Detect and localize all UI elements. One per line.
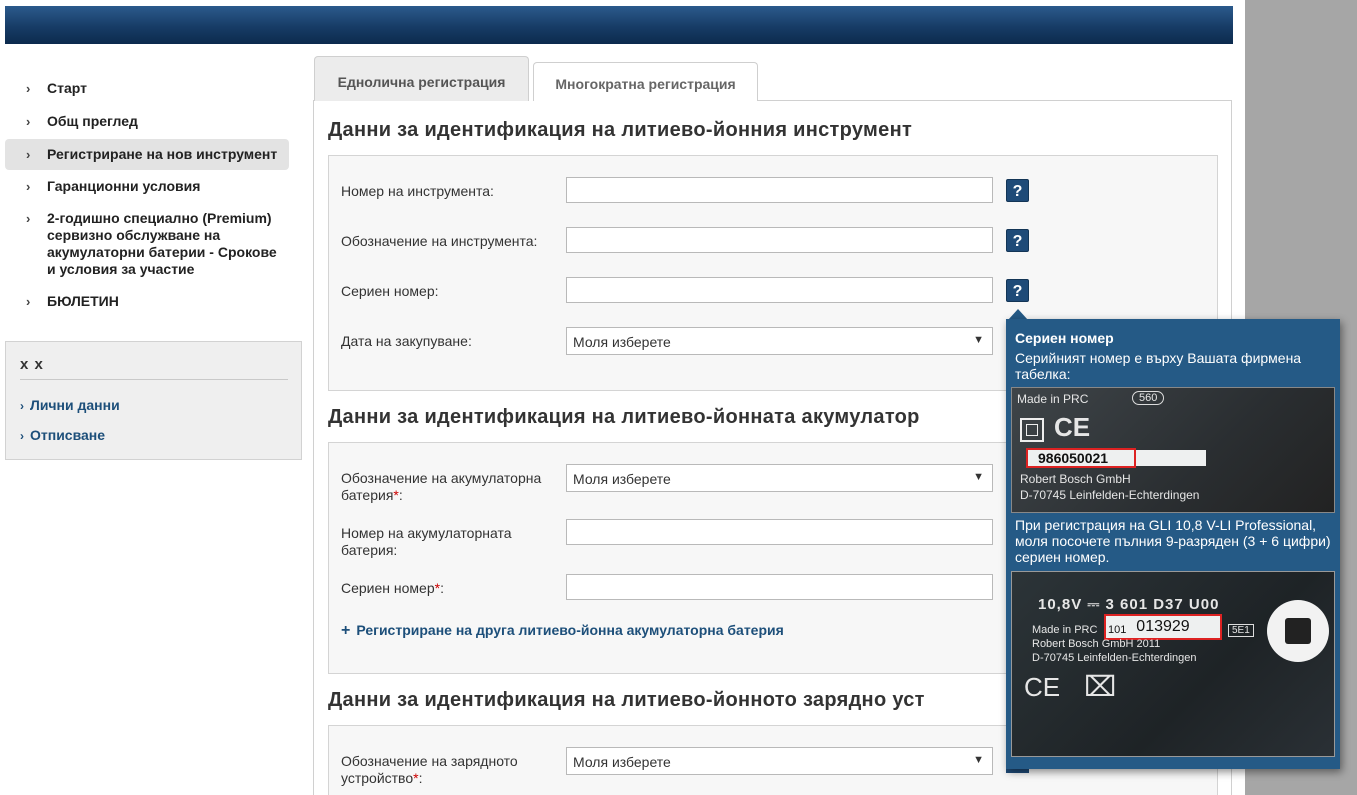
sidebar-item-label: Регистриране на нов инструмент (47, 146, 278, 162)
battery-number-input[interactable] (566, 519, 993, 545)
sidebar-item-label: Старт (47, 80, 87, 96)
purchase-date-label: Дата на закупуване: (341, 333, 472, 349)
battery-serial-label: Сериен номер*: (341, 580, 556, 597)
battery-number-label: Номер на акумулаторната батерия: (341, 525, 512, 558)
serial-number-tooltip: Сериен номер Серийният номер е върху Ваш… (1006, 319, 1340, 769)
battery-designation-label: Обозначение на акумулаторна батерия*: (341, 470, 556, 504)
charger-section-heading: Данни за идентификация на литиево-йоннот… (328, 689, 925, 711)
chevron-right-icon: › (26, 211, 31, 226)
divider (20, 379, 288, 380)
charger-designation-select[interactable]: Моля изберете ▼ (566, 747, 993, 775)
sidebar-item-premium-service[interactable]: › 2-годишно специално (Premium) сервизно… (5, 203, 289, 285)
tool-number-input[interactable] (566, 177, 993, 203)
label-colon: : (418, 770, 423, 786)
sidebar-item-warranty[interactable]: › Гаранционни условия (5, 171, 289, 202)
sidebar-item-label: Общ преглед (47, 113, 138, 129)
select-value: Моля изберете (573, 334, 671, 350)
account-box: x x › Лични данни › Отписване (5, 341, 302, 460)
tool-serial-help-icon[interactable]: ? (1006, 279, 1029, 302)
chevron-right-icon: › (26, 294, 31, 309)
plate-model: 10,8V ⎓ 3 601 D37 U00 (1038, 596, 1220, 613)
chevron-right-icon: › (26, 179, 31, 194)
double-insulation-icon (1020, 418, 1044, 442)
chevron-right-icon: › (26, 147, 31, 162)
link-label: Регистриране на друга литиево-йонна акум… (356, 622, 784, 638)
link-label: Лични данни (30, 397, 120, 413)
dropdown-arrow-icon: ▼ (973, 471, 984, 483)
account-name: x x (20, 356, 44, 373)
tool-designation-help-icon[interactable]: ? (1006, 229, 1029, 252)
tool-section-heading: Данни за идентификация на литиево-йонния… (328, 119, 913, 141)
tool-serial-label: Сериен номер: (341, 283, 439, 299)
chevron-right-icon: › (26, 114, 31, 129)
sidebar-item-register-tool[interactable]: › Регистриране на нов инструмент (5, 139, 289, 170)
tool-number-label: Номер на инструмента: (341, 183, 494, 199)
plate-prefix: 101 (1106, 624, 1129, 636)
header-bar (5, 6, 1233, 44)
chevron-right-icon: › (26, 81, 31, 96)
nameplate-image-1: Made in PRC 560 CE 986050021 Robert Bosc… (1011, 387, 1335, 513)
select-value: Моля изберете (573, 754, 671, 770)
dropdown-arrow-icon: ▼ (973, 754, 984, 766)
ce-mark-icon: CE (1024, 672, 1061, 702)
battery-designation-select[interactable]: Моля изберете ▼ (566, 464, 993, 492)
link-label: Отписване (30, 427, 106, 443)
tooltip-text: Серийният номер е върху Вашата фирмена т… (1015, 350, 1302, 382)
personal-data-link[interactable]: › Лични данни (20, 397, 120, 413)
plate-company: Robert Bosch GmbH (1020, 472, 1131, 486)
manual-icon (1267, 600, 1329, 662)
plus-icon: + (341, 622, 351, 639)
label-text: Обозначение на зарядното устройство (341, 753, 518, 786)
plate-address: D-70745 Leinfelden-Echterdingen (1020, 488, 1200, 502)
plate-made-in: Made in PRC (1017, 392, 1089, 406)
dropdown-arrow-icon: ▼ (973, 334, 984, 346)
sidebar-item-label: Гаранционни условия (47, 178, 201, 194)
label-colon: : (398, 487, 403, 503)
sidebar-item-label: 2-годишно специално (Premium) сервизно о… (47, 210, 277, 277)
battery-section-heading: Данни за идентификация на литиево-йоннат… (328, 406, 920, 428)
charger-designation-label: Обозначение на зарядното устройство*: (341, 753, 556, 787)
tab-single-registration[interactable]: Еднолична регистрация (314, 56, 529, 101)
plate-badge: 5E1 (1228, 624, 1254, 637)
chevron-right-icon: › (20, 429, 24, 443)
tool-designation-input[interactable] (566, 227, 993, 253)
content-border (313, 100, 314, 795)
tool-serial-input[interactable] (566, 277, 993, 303)
add-battery-link[interactable]: + Регистриране на друга литиево-йонна аку… (341, 622, 784, 640)
sidebar-item-start[interactable]: › Старт (5, 73, 289, 104)
tool-number-help-icon[interactable]: ? (1006, 179, 1029, 202)
nameplate-image-2: 10,8V ⎓ 3 601 D37 U00 Made in PRC 101 01… (1011, 571, 1335, 757)
sidebar-item-newsletter[interactable]: › БЮЛЕТИН (5, 286, 289, 317)
tooltip-title: Сериен номер (1015, 330, 1114, 346)
label-text: Обозначение на акумулаторна батерия (341, 470, 542, 503)
label-colon: : (440, 580, 444, 596)
weee-bin-icon: ⌧ (1084, 671, 1117, 702)
plate-address: D-70745 Leinfelden-Echterdingen (1032, 652, 1197, 664)
plate-company: Robert Bosch GmbH 2011 (1032, 638, 1161, 650)
tooltip-note: При регистрация на GLI 10,8 V-LI Profess… (1015, 517, 1331, 565)
sidebar-nav: › Старт › Общ преглед › Регистриране на … (5, 73, 289, 317)
chevron-right-icon: › (20, 399, 24, 413)
plate-made-in: Made in PRC (1032, 624, 1098, 636)
battery-serial-input[interactable] (566, 574, 993, 600)
tool-designation-label: Обозначение на инструмента: (341, 233, 538, 249)
unsubscribe-link[interactable]: › Отписване (20, 427, 105, 443)
label-bar (1136, 450, 1206, 466)
select-value: Моля изберете (573, 471, 671, 487)
purchase-date-select[interactable]: Моля изберете ▼ (566, 327, 993, 355)
tab-multiple-registration[interactable]: Многократна регистрация (533, 62, 758, 101)
tab-divider (758, 100, 1232, 101)
sidebar-item-label: БЮЛЕТИН (47, 293, 119, 309)
plate-serial: 986050021 (1026, 448, 1136, 468)
label-text: Сериен номер (341, 580, 435, 596)
sidebar-item-overview[interactable]: › Общ преглед (5, 106, 289, 137)
plate-code: 560 (1132, 391, 1165, 405)
ce-mark-icon: CE (1054, 412, 1091, 442)
